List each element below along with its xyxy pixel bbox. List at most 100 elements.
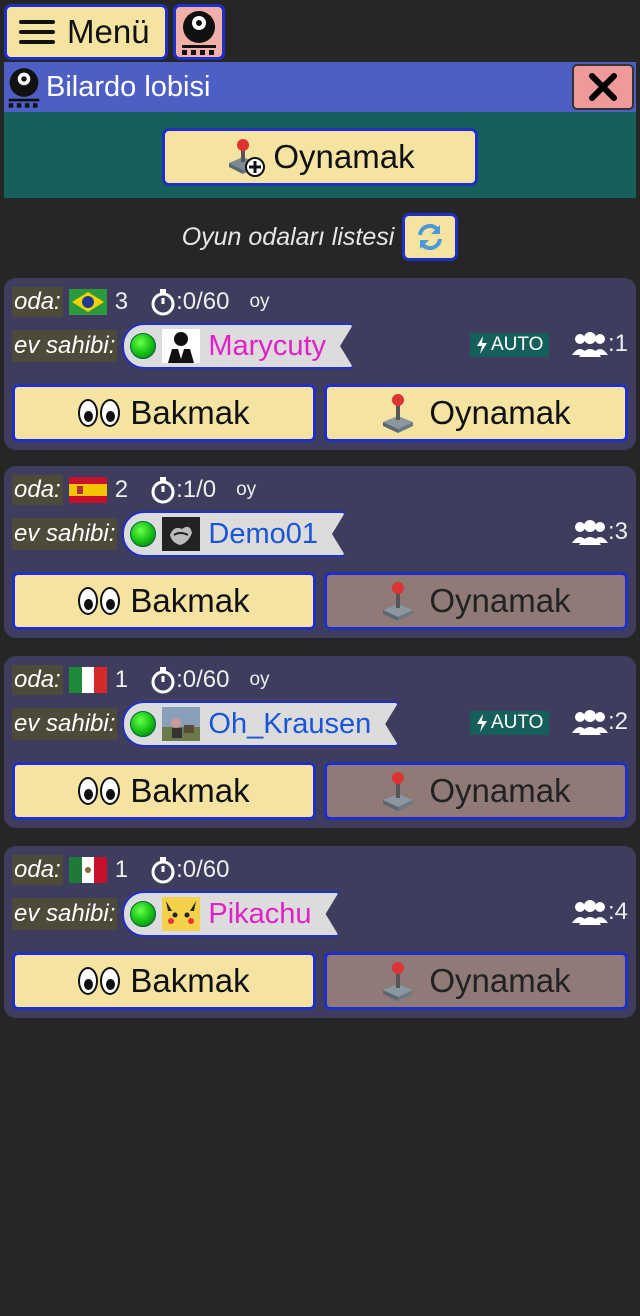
brazil-flag-icon <box>68 289 107 315</box>
timer-value: :0/60 <box>176 666 230 693</box>
stopwatch-icon <box>151 667 175 694</box>
host-label: ev sahibi: <box>12 330 118 362</box>
online-status-icon <box>130 333 156 359</box>
timer-value: :1/0 <box>176 476 217 503</box>
host-row: ev sahibi: Demo01 :3 <box>12 510 628 558</box>
lobby-header: Bilardo lobisi <box>4 62 636 112</box>
watch-label: Bakmak <box>130 772 250 809</box>
refresh-icon <box>418 223 443 251</box>
host-label: ev sahibi: <box>12 898 118 930</box>
online-status-icon <box>130 521 156 547</box>
room-info-row: oda: 3 :0/60 oy <box>12 286 270 318</box>
room-info-row: oda: 1 :0/60 <box>12 854 229 886</box>
host-avatar <box>162 707 200 741</box>
joystick-icon <box>383 582 414 621</box>
host-name: Oh_Krausen <box>208 707 372 740</box>
refresh-button[interactable] <box>402 213 459 261</box>
watch-button[interactable]: Bakmak <box>12 384 316 442</box>
close-button[interactable] <box>572 64 634 110</box>
play-button[interactable]: Oynamak <box>324 572 628 630</box>
player-count-value: :4 <box>607 898 628 925</box>
room-card: oda: 1 :0/60 ev sahibi: Pikachu :4 Bakma… <box>4 846 636 1018</box>
room-list-header: Oyun odaları listesi <box>0 212 640 262</box>
watch-button[interactable]: Bakmak <box>12 762 316 820</box>
host-tag[interactable]: Marycuty <box>122 323 354 369</box>
italy-flag-icon <box>68 667 107 693</box>
create-game-label: Oynamak <box>273 138 415 175</box>
player-count: :2 <box>571 708 628 736</box>
users-icon <box>571 900 608 925</box>
host-avatar <box>162 517 200 551</box>
room-card: oda: 2 :1/0 oy ev sahibi: Demo01 :3 Bakm… <box>4 466 636 638</box>
host-tag[interactable]: Demo01 <box>122 511 346 557</box>
close-icon <box>589 73 617 101</box>
online-status-icon <box>130 711 156 737</box>
host-tag[interactable]: Pikachu <box>122 891 339 937</box>
lobby-title: Bilardo lobisi <box>46 70 211 103</box>
host-tag[interactable]: Oh_Krausen <box>122 701 399 747</box>
room-timer: :0/60 <box>150 666 229 694</box>
play-button[interactable]: Oynamak <box>324 762 628 820</box>
menu-label: Menü <box>67 13 150 50</box>
watch-button[interactable]: Bakmak <box>12 952 316 1010</box>
room-label: oda: <box>12 475 63 505</box>
eyes-icon <box>78 967 122 995</box>
timer-value: :0/60 <box>176 288 230 315</box>
room-info-row: oda: 2 :1/0 oy <box>12 474 256 506</box>
room-actions: Bakmak Oynamak <box>12 384 628 442</box>
spain-flag-icon <box>68 477 107 503</box>
auto-label: AUTO <box>491 334 544 355</box>
menu-button[interactable]: Menü <box>4 4 168 60</box>
eight-ball-avatar-icon <box>182 11 216 55</box>
room-actions: Bakmak Oynamak <box>12 952 628 1010</box>
lobby-body: Oynamak <box>4 112 636 198</box>
play-label: Oynamak <box>429 962 571 999</box>
player-count: :4 <box>571 898 628 926</box>
watch-label: Bakmak <box>130 582 250 619</box>
vote-label: oy <box>249 291 270 312</box>
eyes-icon <box>78 777 122 805</box>
room-actions: Bakmak Oynamak <box>12 762 628 820</box>
eyes-icon <box>78 587 122 615</box>
room-info-row: oda: 1 :0/60 oy <box>12 664 270 696</box>
watch-label: Bakmak <box>130 962 250 999</box>
mexico-flag-icon <box>68 857 107 883</box>
stopwatch-icon <box>151 477 175 504</box>
room-number: 3 <box>114 288 129 315</box>
room-timer: :0/60 <box>150 288 229 316</box>
stopwatch-icon <box>151 857 175 884</box>
room-card: oda: 3 :0/60 oy ev sahibi: Marycuty AUTO… <box>4 278 636 450</box>
online-status-icon <box>130 901 156 927</box>
room-actions: Bakmak Oynamak <box>12 572 628 630</box>
vote-label: oy <box>236 479 257 500</box>
player-count: :1 <box>571 330 628 358</box>
host-name: Marycuty <box>208 329 327 362</box>
room-label: oda: <box>12 855 63 885</box>
host-label: ev sahibi: <box>12 708 118 740</box>
joystick-icon <box>383 962 414 1001</box>
host-name: Demo01 <box>208 517 319 550</box>
joystick-icon <box>383 394 414 433</box>
host-row: ev sahibi: Marycuty AUTO :1 <box>12 322 628 370</box>
eyes-icon <box>78 399 122 427</box>
auto-label: AUTO <box>491 712 544 733</box>
hamburger-icon <box>19 20 55 44</box>
play-button[interactable]: Oynamak <box>324 384 628 442</box>
timer-value: :0/60 <box>176 856 230 883</box>
player-count: :3 <box>571 518 628 546</box>
host-avatar <box>162 329 200 363</box>
joystick-add-icon <box>229 139 266 177</box>
create-game-button[interactable]: Oynamak <box>162 128 478 186</box>
users-icon <box>571 332 608 357</box>
player-count-value: :3 <box>607 518 628 545</box>
host-avatar <box>162 897 200 931</box>
watch-label: Bakmak <box>130 394 250 431</box>
eight-ball-icon <box>8 68 40 108</box>
auto-badge: AUTO <box>470 711 550 735</box>
profile-avatar-button[interactable] <box>173 4 225 60</box>
lightning-icon <box>477 336 487 354</box>
play-button[interactable]: Oynamak <box>324 952 628 1010</box>
room-number: 1 <box>114 856 129 883</box>
room-list-title: Oyun odaları listesi <box>181 222 395 251</box>
watch-button[interactable]: Bakmak <box>12 572 316 630</box>
